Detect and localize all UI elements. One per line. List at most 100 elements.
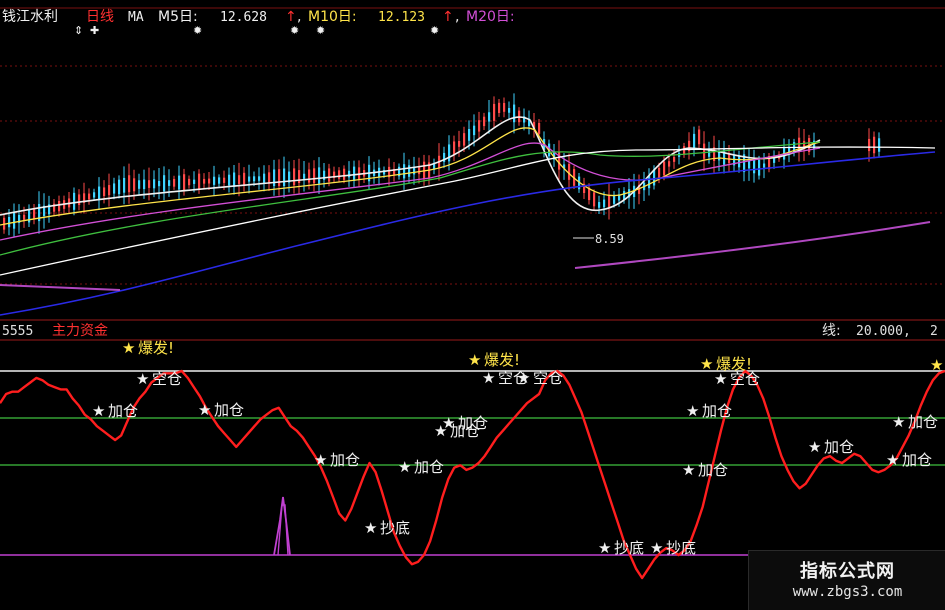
candle-body — [608, 195, 611, 208]
m5-value: 12.628 — [220, 10, 267, 25]
signal-add: 加仓 — [702, 402, 732, 420]
m5-label: M5日: — [158, 9, 198, 25]
candle-body — [663, 161, 666, 176]
candle-body — [133, 178, 136, 192]
candle-body — [238, 175, 241, 184]
candle-body — [78, 194, 81, 206]
star-icon: ★ — [136, 370, 149, 388]
star-icon: ★ — [686, 402, 699, 420]
candle-body — [123, 177, 126, 193]
candle-body — [208, 178, 211, 184]
candle-body — [263, 173, 266, 183]
watermark-title: 指标公式网 — [800, 561, 895, 582]
candle-body — [248, 176, 251, 182]
signal-burst: 爆发! — [138, 339, 174, 357]
marker-icon: ⇕ — [74, 24, 83, 37]
candle-body — [738, 156, 741, 168]
candle-body — [203, 178, 206, 184]
candle-body — [613, 194, 616, 204]
candle-body — [178, 175, 181, 190]
candle-body — [153, 179, 156, 189]
candle-body — [8, 217, 11, 228]
indicator-name: 主力资金 — [52, 323, 108, 339]
marker-icon: ✹ — [430, 24, 439, 37]
candle-body — [268, 172, 271, 184]
star-icon: ★ — [808, 438, 821, 456]
low-marker-label: 8.59 — [595, 232, 624, 246]
star-icon: ★ — [398, 458, 411, 476]
header-comma-1: , — [297, 9, 301, 25]
candle-body — [458, 140, 461, 147]
candle-body — [293, 168, 296, 186]
candle-body — [148, 180, 151, 188]
candle-body — [98, 186, 101, 201]
candle-body — [318, 167, 321, 184]
header-comma-2: , — [455, 9, 459, 25]
ma-line-m250 — [574, 221, 931, 269]
star-icon: ★ — [682, 461, 695, 479]
m20-label: M20日: — [466, 9, 515, 25]
signal-add: 加仓 — [824, 438, 854, 456]
star-icon: ★ — [700, 355, 713, 373]
candle-body — [243, 172, 246, 186]
signal-add: 加仓 — [902, 451, 932, 469]
candle-body — [88, 193, 91, 200]
candle-body — [683, 146, 686, 155]
candle-body — [598, 202, 601, 208]
candle-body — [13, 212, 16, 229]
candle-body — [258, 176, 261, 181]
candle-body — [118, 179, 121, 195]
candle-body — [173, 178, 176, 187]
candle-body — [138, 180, 141, 189]
candle-body — [693, 133, 696, 149]
signal-labels: ★ 爆发! ★ 爆发! ★ 爆发! ★ 空仓 ★ 空仓 ★ 空仓 ★ 空仓 ★ … — [92, 339, 943, 557]
candle-body — [503, 102, 506, 112]
star-icon: ★ — [886, 451, 899, 469]
candle-body — [348, 170, 351, 178]
signal-empty: 空仓 — [730, 370, 760, 388]
candle-body — [23, 214, 26, 220]
marker-icon: ✹ — [193, 24, 202, 37]
candle-body — [748, 161, 751, 169]
candle-body — [143, 179, 146, 190]
candle-body — [463, 133, 466, 146]
ma-line-m120 — [0, 151, 936, 316]
star-icon: ★ — [122, 339, 135, 357]
stock-name: 钱江水利 — [2, 9, 58, 25]
candle-body — [763, 163, 766, 168]
candle-body — [513, 104, 516, 123]
candle-body — [193, 179, 196, 184]
main-force-line — [0, 369, 945, 580]
header: 钱江水利 日线 MA M5日: 12.628 ↑ , M10日: 12.123 … — [2, 9, 515, 25]
candle-body — [223, 177, 226, 183]
signal-burst: 爆发! — [484, 351, 520, 369]
panel-frames — [0, 7, 945, 341]
candle-body — [408, 165, 411, 177]
indicator-right-value: 20.000, — [856, 324, 911, 339]
candle-body — [158, 180, 161, 187]
star-icon: ★ — [434, 422, 447, 440]
candle-body — [478, 120, 481, 132]
star-icon: ★ — [468, 351, 481, 369]
candle-body — [128, 175, 131, 193]
stock-chart: 钱江水利 日线 MA M5日: 12.628 ↑ , M10日: 12.123 … — [0, 7, 945, 580]
star-icon: ★ — [482, 369, 495, 387]
candle-body — [568, 163, 571, 180]
candle-body — [163, 175, 166, 192]
candle-body — [603, 199, 606, 208]
candle-body — [103, 187, 106, 196]
candle-body — [328, 168, 331, 182]
watermark-url: www.zbgs3.com — [792, 584, 903, 600]
signal-bottom: 抄底 — [614, 539, 644, 557]
candle-body — [73, 192, 76, 210]
candle-body — [418, 166, 421, 175]
candle-body — [658, 167, 661, 178]
candle-body — [218, 177, 221, 184]
signal-bottom: 抄底 — [666, 539, 696, 557]
signal-add: 加仓 — [414, 458, 444, 476]
candle-body — [698, 129, 701, 145]
candle-body — [228, 174, 231, 186]
indicator-right-label: 线: — [822, 323, 841, 339]
indicator-header: 5555 主力资金 线: 20.000, 2 — [2, 323, 938, 339]
candle-body — [298, 170, 301, 183]
